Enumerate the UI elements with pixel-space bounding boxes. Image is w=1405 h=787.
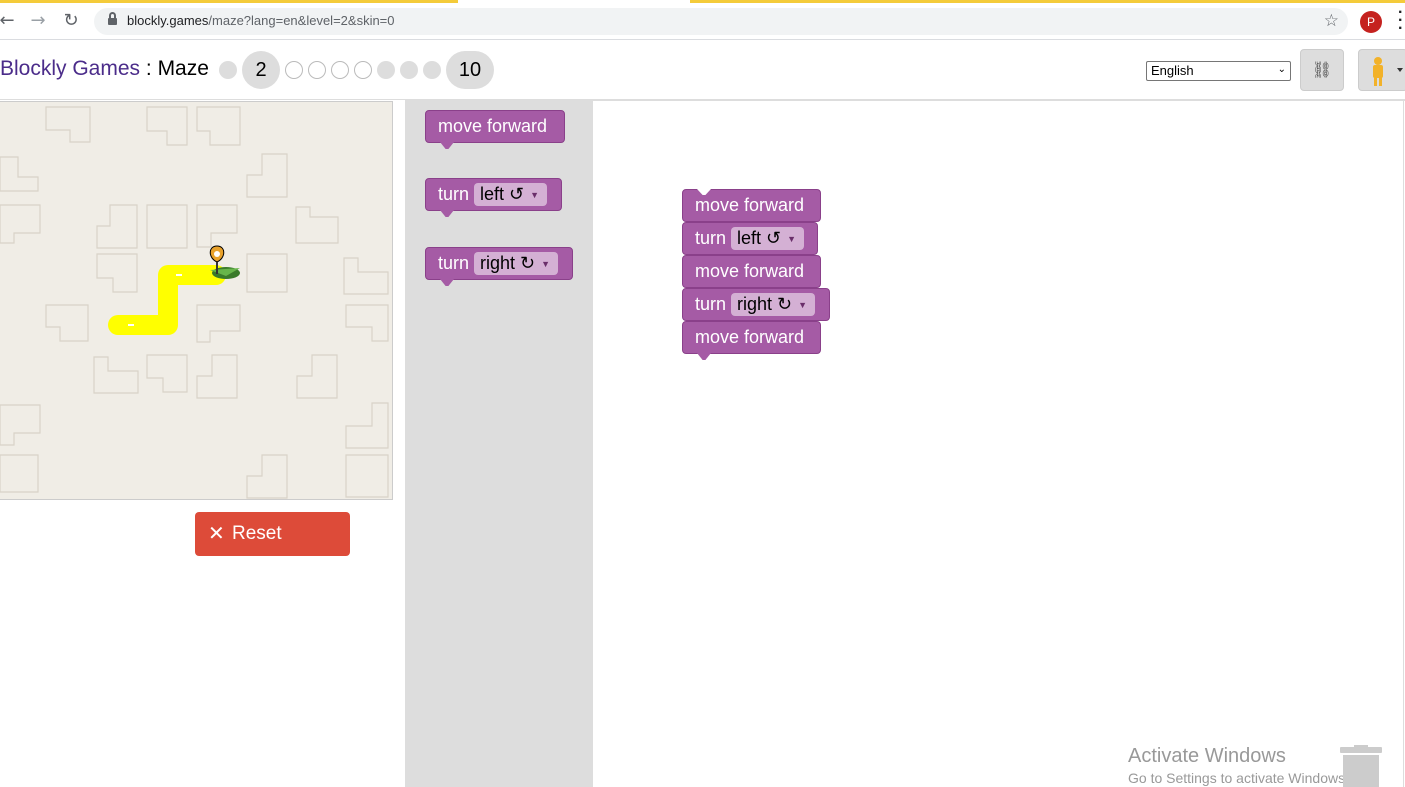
flyout-block-move-forward[interactable]: move forward [425, 110, 565, 149]
reset-label: Reset [232, 523, 282, 544]
browser-toolbar: ← → ↻ blockly.games/maze?lang=en&level=2… [0, 3, 1405, 40]
maze-map [0, 106, 389, 499]
pegman-icon [1373, 57, 1403, 86]
dropdown-value: left ↺ [737, 228, 782, 248]
direction-dropdown[interactable]: left ↺ ▼ [474, 183, 548, 206]
block-label: turn [438, 253, 470, 273]
flyout-block-turn-left[interactable]: turn left ↺ ▼ [425, 178, 562, 217]
level-6-dot[interactable] [354, 61, 372, 79]
block-label: move forward [695, 195, 805, 215]
goal-marker [209, 245, 240, 279]
block-label: turn [438, 184, 470, 204]
language-select[interactable]: English ⌄ [1146, 61, 1291, 81]
program-block-move-forward[interactable]: move forward [682, 321, 821, 360]
reload-icon[interactable]: ↻ [60, 10, 82, 32]
toolbox-flyout: move forward turn left ↺ ▼ turn right ↻ ▼ [405, 101, 593, 787]
watermark-line2: Go to Settings to activate Windows. [1128, 770, 1349, 786]
level-1-dot[interactable] [219, 61, 237, 79]
dropdown-arrow-icon: ▼ [787, 233, 797, 244]
program-block-move-forward[interactable]: move forward [682, 189, 821, 222]
level-3-dot[interactable] [285, 61, 303, 79]
program-block-move-forward[interactable]: move forward [682, 255, 821, 288]
pegman-skin-button[interactable] [1358, 49, 1405, 91]
maze-canvas [0, 101, 393, 500]
level-9-dot[interactable] [423, 61, 441, 79]
flyout-block-turn-right[interactable]: turn right ↻ ▼ [425, 247, 573, 286]
workspace-right-border [1403, 100, 1404, 787]
block-label: move forward [695, 261, 805, 281]
level-5-dot[interactable] [331, 61, 349, 79]
block-label: turn [695, 294, 727, 314]
forward-icon[interactable]: → [27, 10, 49, 32]
direction-dropdown[interactable]: left ↺ ▼ [731, 227, 805, 250]
direction-dropdown[interactable]: right ↻ ▼ [731, 293, 816, 316]
level-4-dot[interactable] [308, 61, 326, 79]
dropdown-arrow-icon: ▼ [530, 189, 540, 200]
trash-can-icon[interactable] [1340, 745, 1382, 787]
url-text[interactable]: blockly.games/maze?lang=en&level=2&skin=… [127, 13, 395, 28]
block-label: turn [695, 228, 727, 248]
browser-menu-icon[interactable]: · · · [1398, 5, 1403, 37]
dropdown-arrow-icon: ▼ [541, 258, 551, 269]
lock-icon [108, 12, 117, 25]
block-label: move forward [695, 327, 805, 347]
language-selected: English [1151, 63, 1194, 78]
link-icon[interactable]: ⛓ [1300, 49, 1344, 91]
game-name: Maze [157, 57, 209, 80]
address-bar[interactable]: blockly.games/maze?lang=en&level=2&skin=… [94, 8, 1348, 35]
program-block-turn-left[interactable]: turn left ↺ ▼ [682, 222, 818, 255]
level-10[interactable]: 10 [446, 51, 494, 89]
maze-path [108, 265, 226, 335]
block-label: move forward [438, 116, 548, 136]
back-icon[interactable]: ← [0, 10, 18, 32]
blockly-games-link[interactable]: Blockly Games [0, 57, 140, 80]
reset-button[interactable]: ✕ Reset [195, 512, 350, 556]
page-header: Blockly Games : Maze 2 10 English ⌄ ⛓ [0, 41, 1405, 100]
watermark-line1: Activate Windows [1128, 745, 1286, 767]
bookmark-star-icon[interactable]: ☆ [1324, 11, 1339, 31]
windows-activation-watermark: Activate Windows Go to Settings to activ… [1128, 745, 1349, 786]
chevron-down-icon: ⌄ [1277, 64, 1286, 75]
dropdown-arrow-icon: ▼ [798, 299, 808, 310]
program-block-turn-right[interactable]: turn right ↻ ▼ [682, 288, 830, 321]
page-title: Blockly Games : Maze [0, 57, 209, 81]
level-7-dot[interactable] [377, 61, 395, 79]
level-8-dot[interactable] [400, 61, 418, 79]
profile-avatar[interactable]: P [1360, 11, 1382, 33]
dropdown-value: right ↻ [737, 294, 793, 314]
level-current[interactable]: 2 [242, 51, 280, 89]
dropdown-value: left ↺ [480, 184, 525, 204]
direction-dropdown[interactable]: right ↻ ▼ [474, 252, 559, 275]
dropdown-value: right ↻ [480, 253, 536, 273]
title-separator: : [140, 57, 158, 80]
close-icon: ✕ [208, 521, 225, 545]
